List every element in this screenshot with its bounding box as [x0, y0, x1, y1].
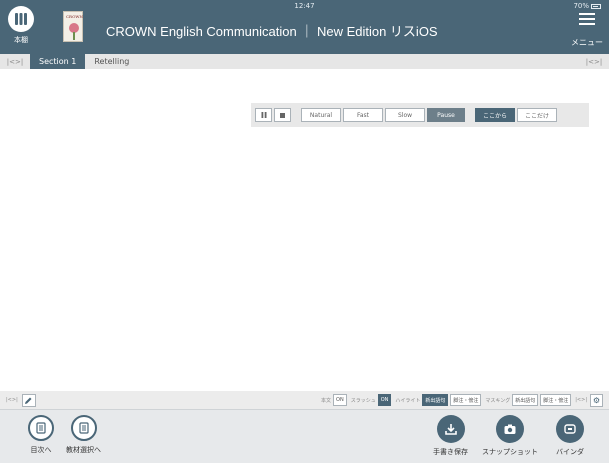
tab-retelling[interactable]: Retelling — [85, 54, 138, 69]
material-select-button[interactable]: 教材選択へ — [66, 415, 101, 455]
audio-controls: Natural Fast Slow Pause ここから ここだけ — [251, 103, 589, 127]
cover-stem — [73, 32, 75, 40]
pencil-icon — [25, 397, 32, 404]
slash-option: スラッシュ ON — [351, 394, 392, 406]
binder-icon — [556, 415, 584, 443]
menu-label: メニュー — [571, 38, 603, 47]
speed-natural-button[interactable]: Natural — [301, 108, 341, 122]
gear-icon: ⚙ — [592, 395, 601, 405]
pause-mode-button[interactable]: Pause — [427, 108, 465, 122]
page-nav-left[interactable]: |<>| — [6, 397, 18, 403]
speed-slow-button[interactable]: Slow — [385, 108, 425, 122]
page-title: CROWN English Communication ｜ New Editio… — [106, 24, 438, 39]
battery-icon — [591, 3, 601, 9]
play-only-here-button[interactable]: ここだけ — [517, 108, 557, 122]
save-label: 手書き保存 — [433, 448, 468, 456]
app-header: 12:47 70% 本棚 CROWN CROWN English Communi… — [0, 0, 609, 54]
status-battery: 70% — [573, 2, 601, 10]
cover-title: CROWN — [66, 14, 83, 19]
bookshelf-button[interactable]: 本棚 — [6, 6, 36, 45]
slash-label: スラッシュ — [350, 397, 376, 404]
page-nav-right[interactable]: |<>| — [575, 397, 587, 403]
footer-toolbar: 目次へ 教材選択へ 手書き保存 スナップショット バインダ — [0, 409, 609, 463]
status-time: 12:47 — [294, 2, 315, 10]
stop-icon — [280, 112, 285, 118]
toc-icon — [28, 415, 54, 441]
settings-button[interactable]: ⚙ — [590, 393, 603, 407]
menu-button[interactable]: メニュー — [570, 13, 604, 48]
binder-label: バインダ — [556, 448, 584, 456]
pause-button[interactable] — [255, 108, 272, 122]
material-label: 教材選択へ — [66, 446, 101, 454]
highlight-new-words-toggle[interactable]: 新出語句 — [422, 394, 449, 406]
masking-notes-toggle[interactable]: 脚注・傍注 — [540, 394, 572, 406]
honbun-toggle[interactable]: ON — [333, 394, 347, 406]
bookshelf-label: 本棚 — [14, 36, 28, 44]
snapshot-button[interactable]: スナップショット — [482, 415, 538, 457]
pen-button[interactable] — [21, 393, 36, 407]
highlight-option: ハイライト 新出語句 脚注・傍注 — [395, 394, 482, 406]
honbun-label: 本文 — [321, 397, 332, 404]
hamburger-icon — [579, 13, 595, 25]
battery-level: 70% — [573, 2, 589, 10]
masking-label: マスキング — [485, 397, 511, 404]
bookshelf-icon — [8, 6, 34, 32]
highlight-notes-toggle[interactable]: 脚注・傍注 — [450, 394, 482, 406]
stop-button[interactable] — [274, 108, 291, 122]
app-frame: 12:47 70% 本棚 CROWN CROWN English Communi… — [0, 0, 609, 463]
textbook-cover: CROWN — [63, 11, 83, 42]
masking-option: マスキング 新出語句 脚注・傍注 — [485, 394, 572, 406]
toc-button[interactable]: 目次へ — [28, 415, 54, 455]
play-from-here-button[interactable]: ここから — [475, 108, 515, 122]
tabs-scroll-right[interactable]: |<>| — [579, 58, 609, 66]
binder-button[interactable]: バインダ — [556, 415, 584, 457]
tab-section-1[interactable]: Section 1 — [30, 54, 86, 69]
slash-toggle[interactable]: ON — [377, 394, 392, 406]
toc-label: 目次へ — [30, 446, 52, 454]
camera-icon — [496, 415, 524, 443]
masking-new-words-toggle[interactable]: 新出語句 — [512, 394, 539, 406]
display-options-bar: |<>| 本文 ON スラッシュ ON ハイライト 新出語句 脚注・傍注 マスキ… — [0, 391, 609, 409]
material-icon — [70, 415, 97, 441]
download-icon — [436, 415, 465, 443]
honbun-option: 本文 ON — [321, 394, 347, 406]
section-tabs: |<>| Section 1 Retelling |<>| — [0, 54, 609, 69]
highlight-label: ハイライト — [395, 397, 421, 404]
tabs-scroll-left[interactable]: |<>| — [0, 58, 30, 66]
save-handwriting-button[interactable]: 手書き保存 — [433, 415, 468, 457]
speed-fast-button[interactable]: Fast — [343, 108, 383, 122]
pause-icon — [261, 112, 266, 118]
snapshot-label: スナップショット — [482, 448, 538, 456]
